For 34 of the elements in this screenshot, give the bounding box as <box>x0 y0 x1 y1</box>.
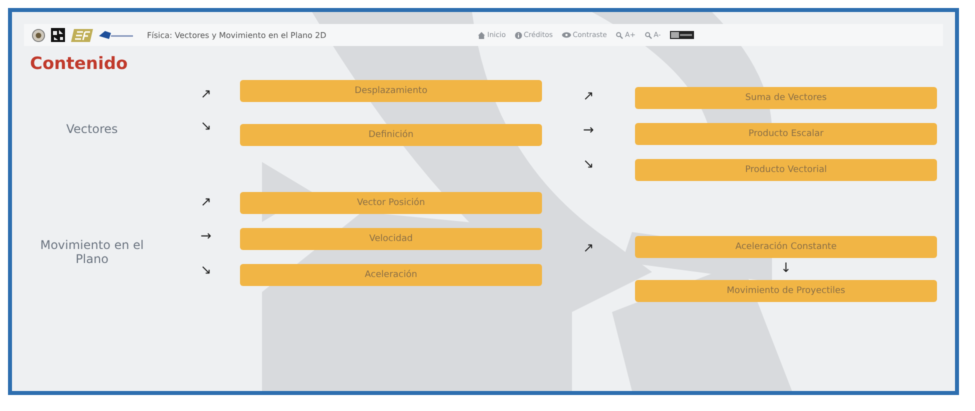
info-icon <box>514 32 522 38</box>
topic-button[interactable]: Vector Posición <box>240 192 542 214</box>
home-icon <box>478 32 486 38</box>
subtopic-button[interactable]: Producto Escalar <box>635 123 937 145</box>
page-title: Física: Vectores y Movimiento en el Plano 2D <box>147 30 326 40</box>
arrow-icon: ↘ <box>583 158 594 172</box>
subtopic-button[interactable]: Aceleración Constante <box>635 236 937 258</box>
zoom-in-icon <box>616 32 623 38</box>
topic-button[interactable]: Aceleración <box>240 264 542 286</box>
arrow-icon: ↗ <box>200 88 212 102</box>
banner-logo-icon <box>99 30 133 40</box>
subtopic-button[interactable]: Producto Vectorial <box>635 159 937 181</box>
subtopic-button[interactable]: Suma de Vectores <box>635 87 937 109</box>
pattern-logo-icon <box>51 28 65 42</box>
arrow-icon: → <box>583 124 594 138</box>
arrow-icon: ↘ <box>200 264 212 278</box>
arrow-icon: ↓ <box>780 262 792 276</box>
license-badge-icon <box>670 31 694 39</box>
topic-label: Vectores <box>65 122 119 136</box>
eye-icon <box>562 32 571 38</box>
subtopic-button[interactable]: Movimiento de Proyectiles <box>635 280 937 302</box>
zoom-out-icon <box>644 32 652 38</box>
ef-logo-icon <box>71 28 93 42</box>
arrow-icon: → <box>200 230 212 244</box>
topic-button[interactable]: Desplazamiento <box>240 80 542 102</box>
section-heading: Contenido <box>30 54 129 74</box>
seal-logo-icon <box>32 28 45 42</box>
arrow-icon: ↘ <box>200 120 212 134</box>
arrow-icon: ↗ <box>200 196 212 210</box>
topic-label: Movimiento en el Plano <box>39 238 145 266</box>
arrow-icon: ↗ <box>583 90 594 104</box>
arrow-icon: ↗ <box>583 242 594 256</box>
topic-button[interactable]: Velocidad <box>240 228 542 250</box>
topic-button[interactable]: Definición <box>240 124 542 146</box>
